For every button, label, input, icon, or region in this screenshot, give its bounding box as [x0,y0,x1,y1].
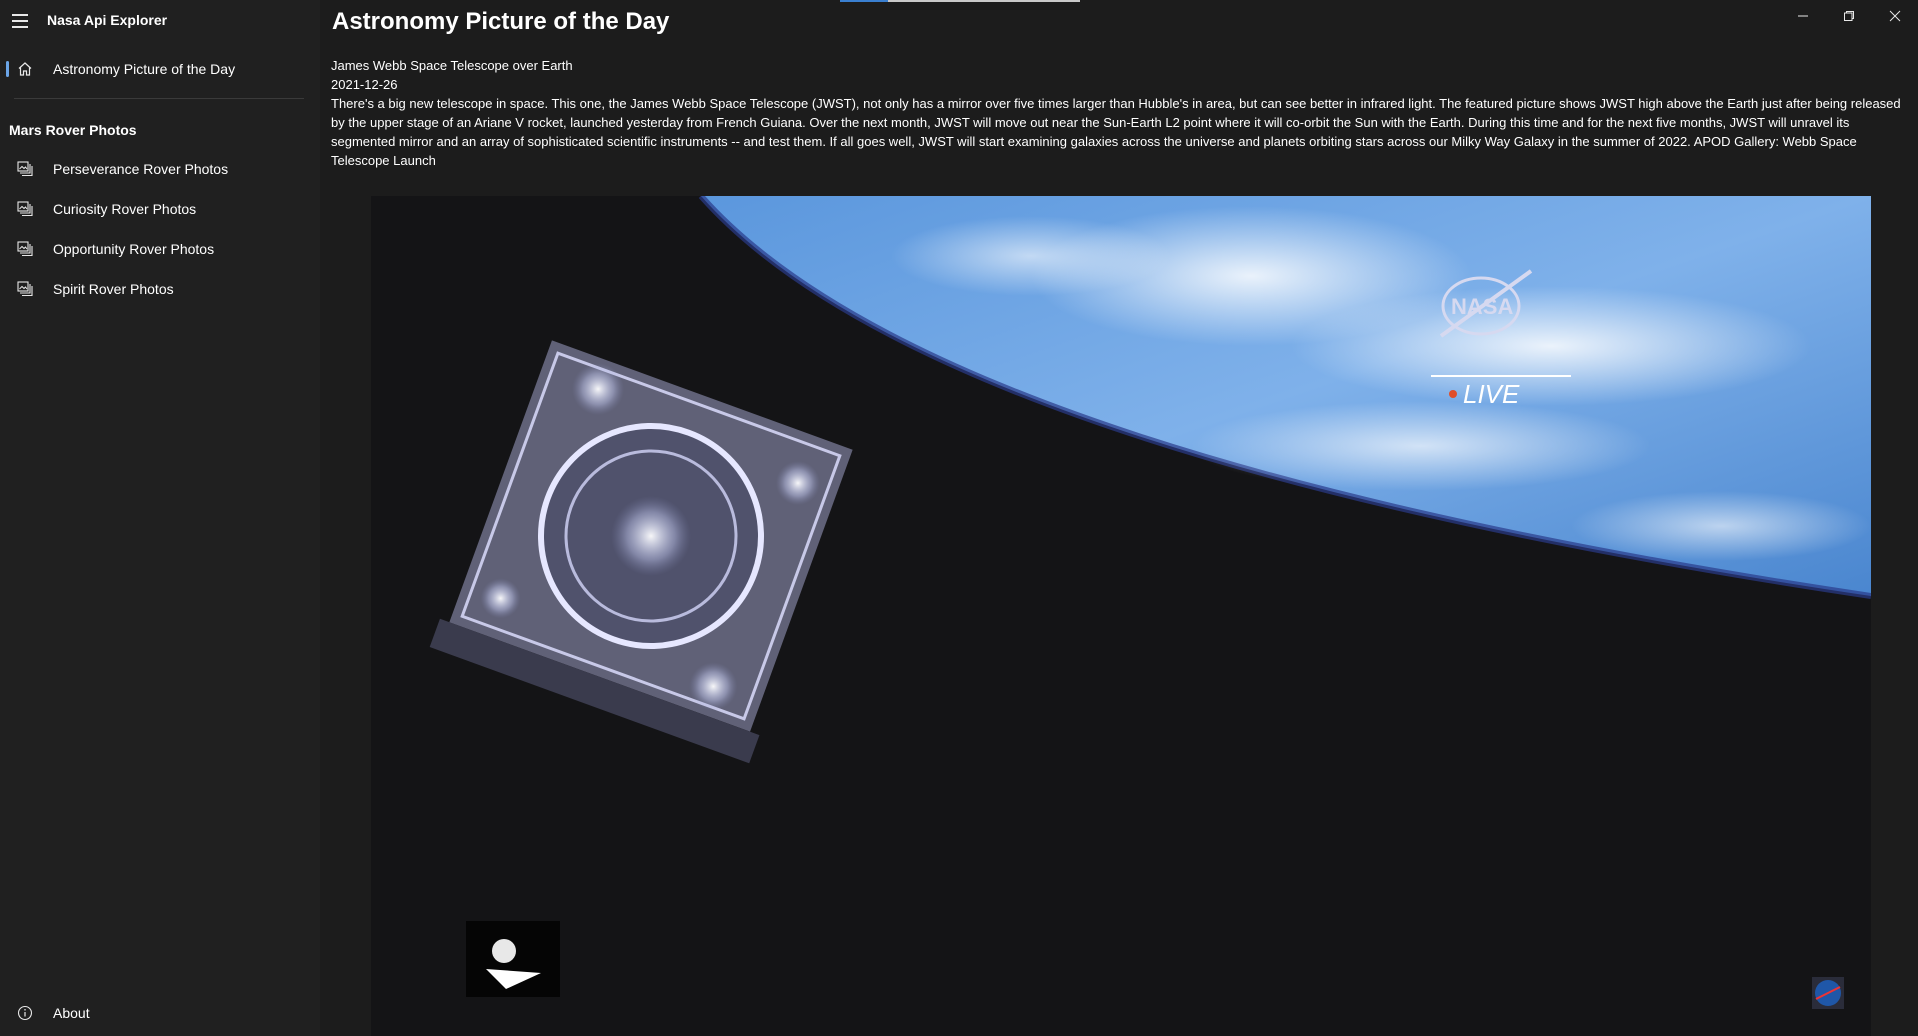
nav-section-header: Mars Rover Photos [9,122,137,138]
selection-indicator [6,61,9,77]
window-controls [1780,0,1918,32]
restore-icon[interactable] [1826,0,1872,32]
photo-collection-icon [16,280,34,298]
nav-item-label: Spirit Rover Photos [53,281,174,297]
close-icon[interactable] [1872,0,1918,32]
nav-item-label: About [53,1005,90,1021]
nav-item-label: Astronomy Picture of the Day [53,61,236,77]
home-icon [16,60,34,78]
content-frame: Astronomy Picture of the Day James Webb … [320,0,1918,1036]
apod-date: 2021-12-26 [331,77,398,92]
nav-item-curiosity[interactable]: Curiosity Rover Photos [6,191,310,227]
apod-details: James Webb Space Telescope over Earth 20… [331,56,1911,170]
photo-collection-icon [16,160,34,178]
hamburger-menu-icon[interactable] [12,10,34,32]
svg-text:NASA: NASA [1451,294,1513,319]
apod-explanation: There's a big new telescope in space. Th… [331,96,1901,168]
info-icon [16,1004,34,1022]
app-title: Nasa Api Explorer [47,12,168,28]
navigation-pane: Nasa Api Explorer Astronomy Picture of t… [0,0,320,1036]
apod-title: James Webb Space Telescope over Earth [331,58,573,73]
nav-item-perseverance[interactable]: Perseverance Rover Photos [6,151,310,187]
nav-divider [14,98,304,99]
nav-item-label: Perseverance Rover Photos [53,161,229,177]
photo-collection-icon [16,200,34,218]
nav-item-label: Opportunity Rover Photos [53,241,215,257]
svg-text:LIVE: LIVE [1463,379,1520,409]
apod-image: NASA LIVE [371,196,1871,1036]
nasa-meatball-icon [1812,977,1844,1009]
telescope-thumbnail [466,921,560,997]
photo-collection-icon [16,240,34,258]
nav-item-label: Curiosity Rover Photos [53,201,197,217]
nav-item-spirit[interactable]: Spirit Rover Photos [6,271,310,307]
nav-item-about[interactable]: About [6,995,310,1031]
page-title: Astronomy Picture of the Day [332,8,670,35]
nav-item-apod[interactable]: Astronomy Picture of the Day [6,51,310,87]
nav-item-opportunity[interactable]: Opportunity Rover Photos [6,231,310,267]
minimize-icon[interactable] [1780,0,1826,32]
loading-progress-bar [840,0,1080,2]
app-window: Nasa Api Explorer Astronomy Picture of t… [0,0,1918,1036]
